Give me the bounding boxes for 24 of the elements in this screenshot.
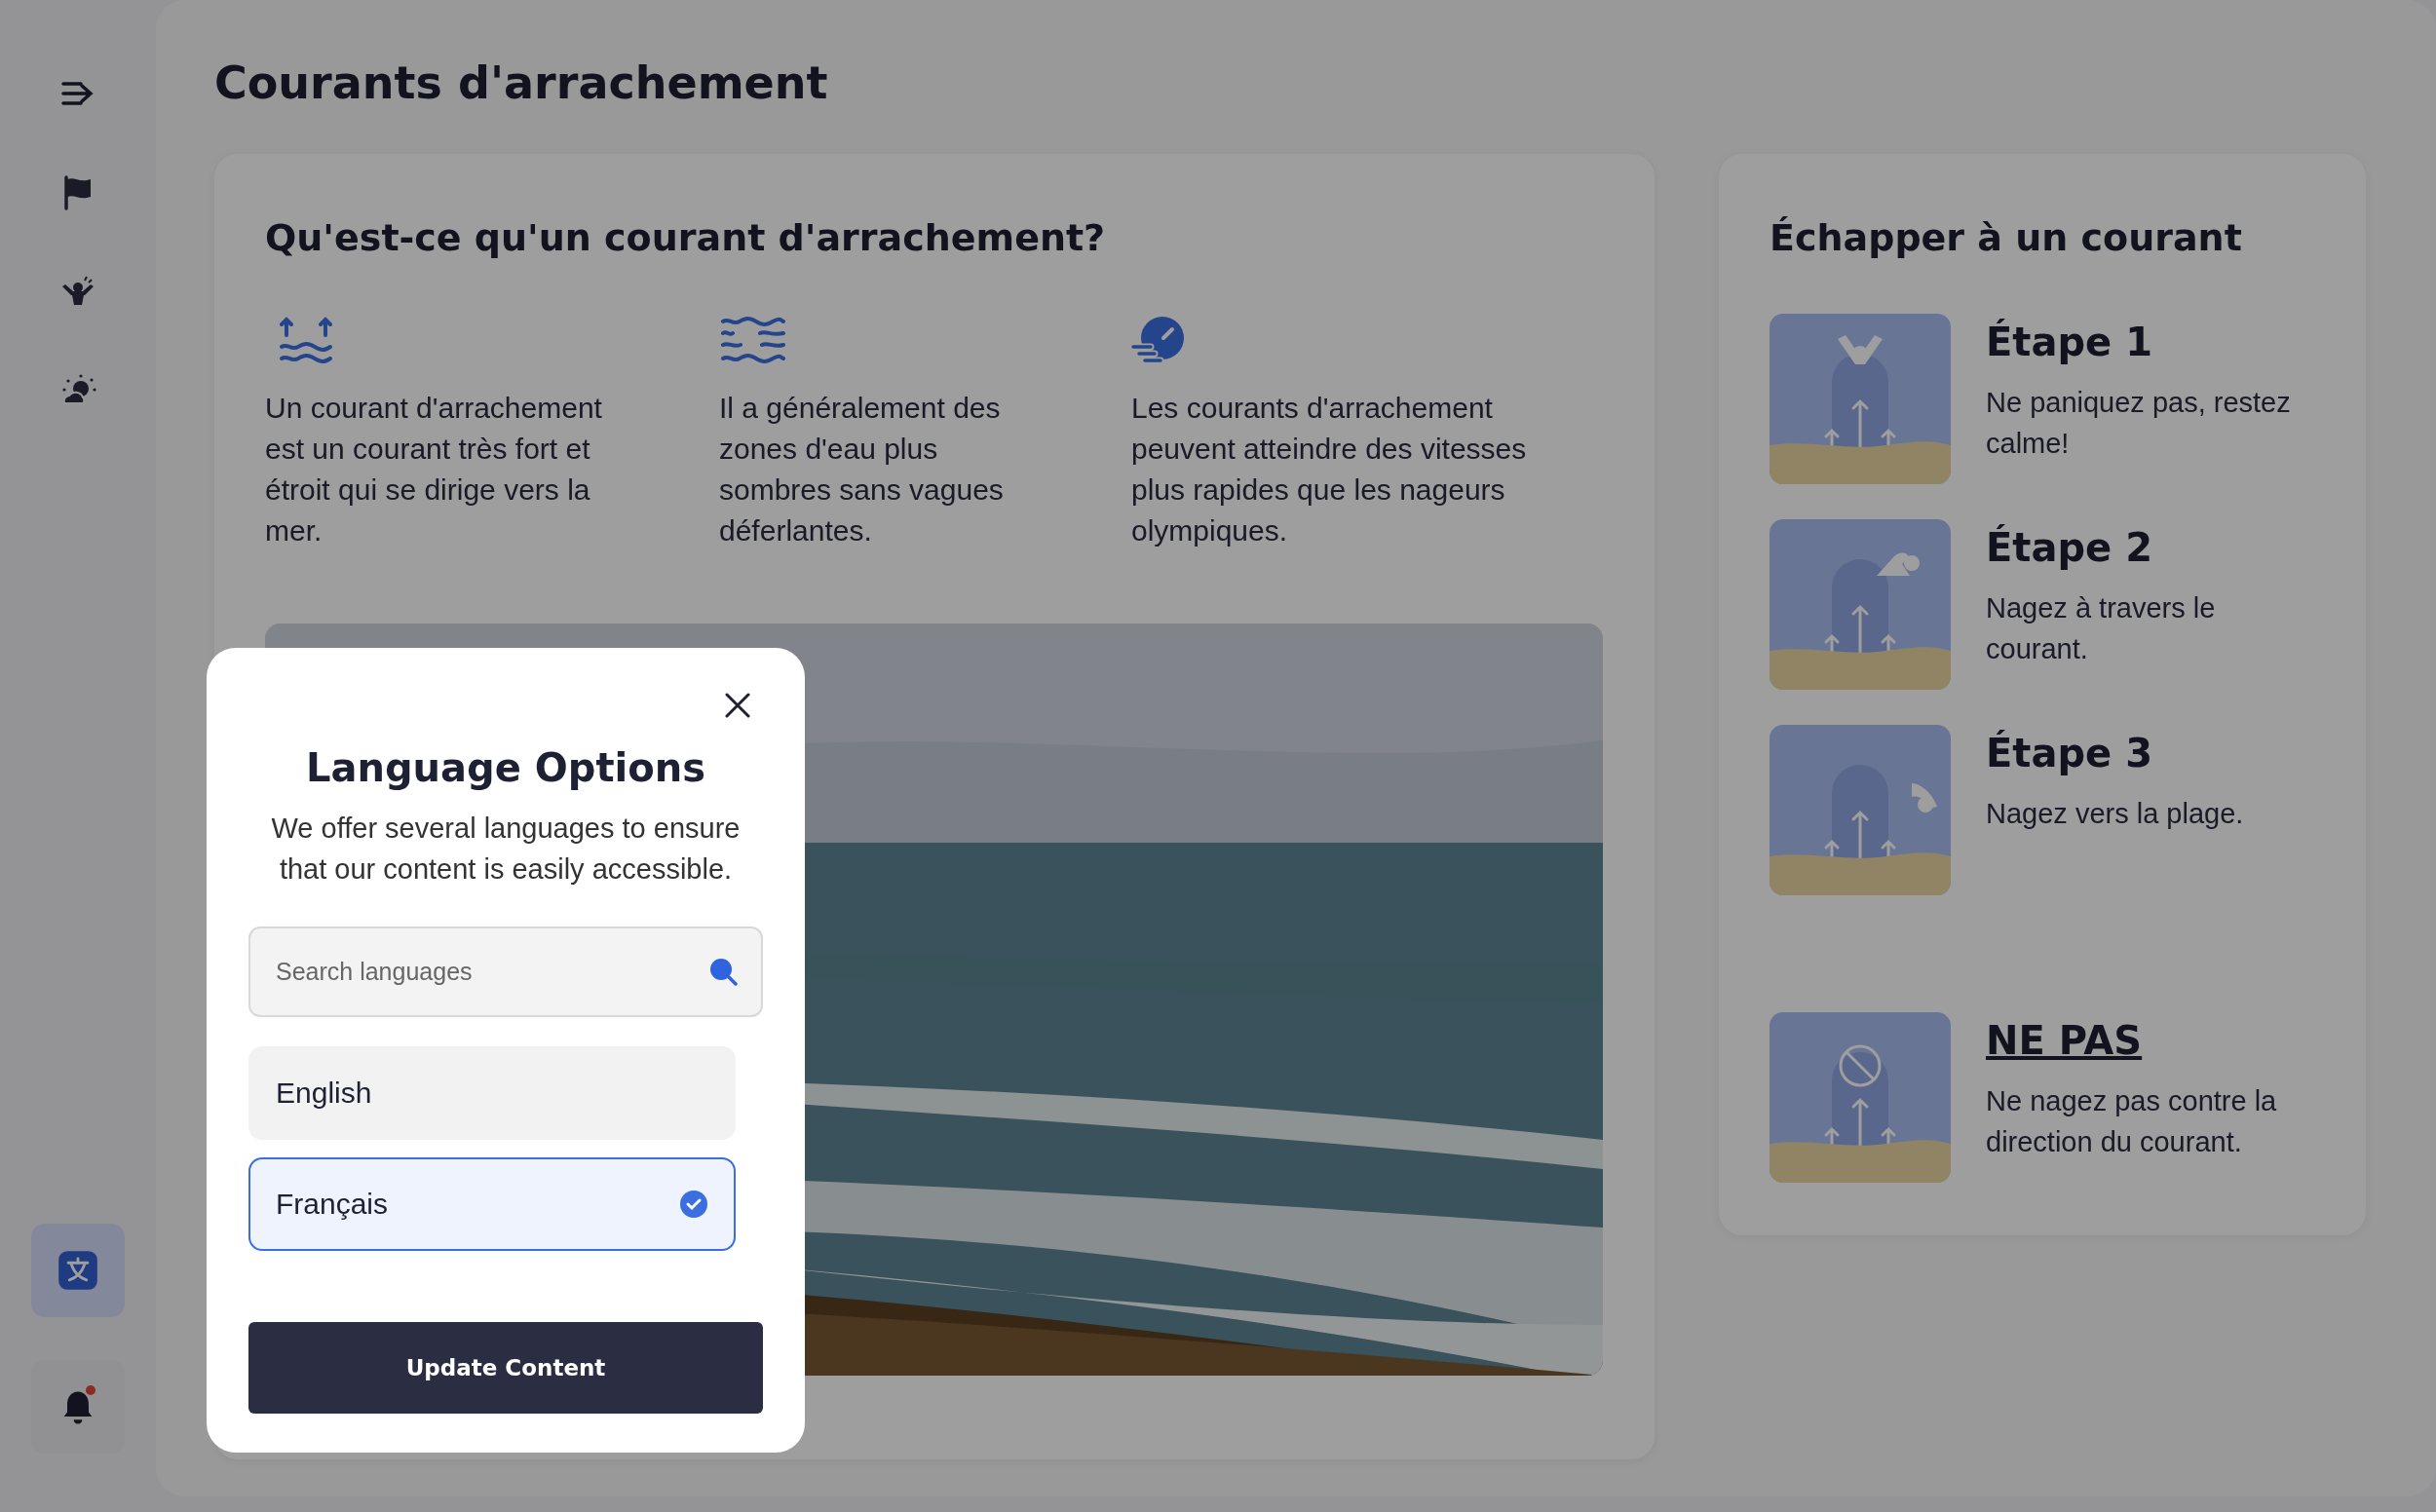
step-text: Ne paniquez pas, restez calme!: [1986, 386, 2292, 461]
card-heading: Échapper à un courant: [1770, 216, 2243, 259]
check-icon: [679, 1190, 708, 1219]
step-text: Nagez à travers le courant.: [1986, 591, 2217, 666]
language-option[interactable]: English: [248, 1046, 736, 1140]
search-icon: [708, 957, 738, 986]
fact-text: Un courant d'arrachement est un courant très fort et étroit qui se dirige vers la mer.: [265, 391, 603, 548]
update-button[interactable]: Update Content: [248, 1322, 763, 1414]
dialog-description: We offer several languages to ensure that our content is easily accessible.: [270, 812, 742, 887]
step-text: Ne nagez pas contre la direction du courant.: [1986, 1084, 2278, 1159]
step-title: Étape 3: [1986, 731, 2153, 775]
fact-text: Les courants d'arrachement peuvent atteindre des vitesses plus rapides que les nageurs olympiques.: [1131, 391, 1528, 548]
search-field[interactable]: Search languages: [248, 926, 763, 1017]
fact-text: Il a généralement des zones d'eau plus sombres sans vagues déferlantes.: [719, 391, 1005, 548]
step-text: Nagez vers la plage.: [1986, 797, 2244, 831]
translate-button[interactable]: [31, 1224, 125, 1317]
card-heading: Qu'est-ce qu'un courant d'arrachement?: [265, 216, 1107, 259]
language-option[interactable]: Français: [248, 1157, 736, 1251]
page-title: Courants d'arrachement: [214, 57, 829, 109]
warning-title: NE PAS: [1986, 1018, 2144, 1063]
dialog-title: Language Options: [305, 745, 706, 790]
step-title: Étape 1: [1986, 320, 2153, 364]
step-title: Étape 2: [1986, 525, 2153, 570]
translate-icon: [57, 1249, 99, 1292]
